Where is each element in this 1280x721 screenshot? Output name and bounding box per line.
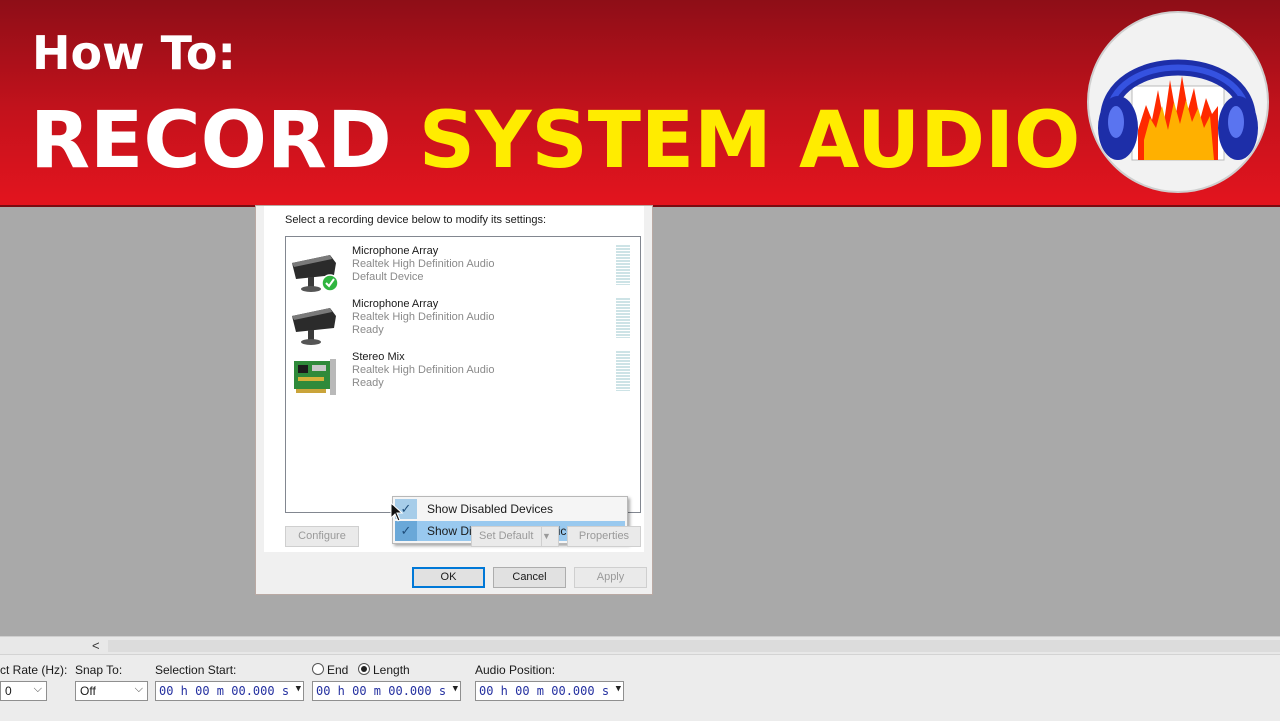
length-label: Length: [373, 663, 410, 677]
sound-recording-dialog: Select a recording device below to modif…: [255, 205, 653, 595]
configure-button[interactable]: Configure: [285, 526, 359, 547]
device-status: Default Device: [352, 271, 424, 283]
apply-button[interactable]: Apply: [574, 567, 647, 588]
audacity-headphones-icon: [1087, 11, 1269, 193]
banner-line-2-white: RECORD: [30, 96, 392, 186]
project-rate-value: 0: [5, 684, 12, 698]
length-field[interactable]: 00 h 00 m 00.000 s ▼: [312, 681, 461, 701]
device-driver: Realtek High Definition Audio: [352, 258, 495, 270]
banner-line-2: RECORD SYSTEM AUDIO: [30, 96, 1080, 186]
device-name: Stereo Mix: [352, 351, 405, 363]
end-label: End: [327, 663, 349, 677]
end-radio[interactable]: [312, 663, 324, 675]
audio-position-field[interactable]: 00 h 00 m 00.000 s ▼: [475, 681, 624, 701]
sound-card-icon: [294, 359, 336, 395]
project-rate-combo[interactable]: 0 ⌵: [0, 681, 47, 701]
device-item-microphone-array[interactable]: Microphone Array Realtek High Definition…: [288, 298, 636, 348]
snap-to-combo[interactable]: Off ⌵: [75, 681, 148, 701]
properties-button[interactable]: Properties: [567, 526, 641, 547]
level-meter: [616, 351, 630, 391]
menu-item-show-disabled-devices[interactable]: ✓ Show Disabled Devices: [395, 499, 625, 519]
length-value: 00 h 00 m 00.000 s: [316, 684, 447, 698]
audio-position-label: Audio Position:: [475, 663, 556, 677]
device-status: Ready: [352, 324, 384, 336]
chevron-down-icon: ⌵: [33, 683, 42, 695]
scroll-left-icon[interactable]: <: [92, 638, 100, 653]
device-item-stereo-mix[interactable]: Stereo Mix Realtek High Definition Audio…: [288, 351, 636, 401]
check-icon: ✓: [395, 521, 417, 541]
device-name: Microphone Array: [352, 298, 439, 310]
banner-line-1: How To:: [32, 26, 236, 80]
dialog-prompt: Select a recording device below to modif…: [285, 214, 547, 226]
device-status: Ready: [352, 377, 384, 389]
set-default-label: Set Default: [479, 530, 534, 542]
selection-start-value: 00 h 00 m 00.000 s: [159, 684, 290, 698]
selection-start-field[interactable]: 00 h 00 m 00.000 s ▼: [155, 681, 304, 701]
level-meter: [616, 245, 630, 285]
snap-to-value: Off: [80, 684, 96, 698]
microphone-array-icon: [292, 255, 339, 292]
chevron-down-icon[interactable]: ▼: [541, 527, 558, 546]
recording-device-list[interactable]: Microphone Array Realtek High Definition…: [285, 236, 641, 544]
device-driver: Realtek High Definition Audio: [352, 364, 495, 376]
snap-to-label: Snap To:: [75, 663, 123, 677]
selection-toolbar: ct Rate (Hz): 0 ⌵ Snap To: Off ⌵ Selecti…: [0, 654, 1280, 721]
dropdown-arrow-icon[interactable]: ▼: [296, 684, 301, 694]
device-name: Microphone Array: [352, 245, 439, 257]
dropdown-arrow-icon[interactable]: ▼: [453, 684, 458, 694]
dropdown-arrow-icon[interactable]: ▼: [616, 684, 621, 694]
cancel-button[interactable]: Cancel: [493, 567, 566, 588]
project-rate-label: ct Rate (Hz):: [0, 663, 68, 677]
banner-line-2-yellow: SYSTEM AUDIO: [418, 96, 1081, 186]
audio-position-value: 00 h 00 m 00.000 s: [479, 684, 610, 698]
mouse-pointer-icon: [390, 502, 404, 522]
set-default-button[interactable]: Set Default ▼: [471, 526, 559, 547]
ok-button[interactable]: OK: [412, 567, 485, 588]
device-item-microphone-array-default[interactable]: Microphone Array Realtek High Definition…: [288, 245, 636, 295]
title-banner: How To: RECORD SYSTEM AUDIO: [0, 0, 1280, 207]
length-radio[interactable]: [358, 663, 370, 675]
microphone-array-icon: [292, 308, 336, 345]
scrollbar-track[interactable]: [108, 640, 1280, 652]
menu-item-label: Show Disabled Devices: [427, 502, 554, 516]
device-driver: Realtek High Definition Audio: [352, 311, 495, 323]
horizontal-scrollbar[interactable]: <: [0, 636, 1280, 655]
level-meter: [616, 298, 630, 338]
chevron-down-icon: ⌵: [134, 683, 143, 695]
recording-tab-panel: Select a recording device below to modif…: [264, 206, 644, 552]
selection-start-label: Selection Start:: [155, 663, 237, 677]
